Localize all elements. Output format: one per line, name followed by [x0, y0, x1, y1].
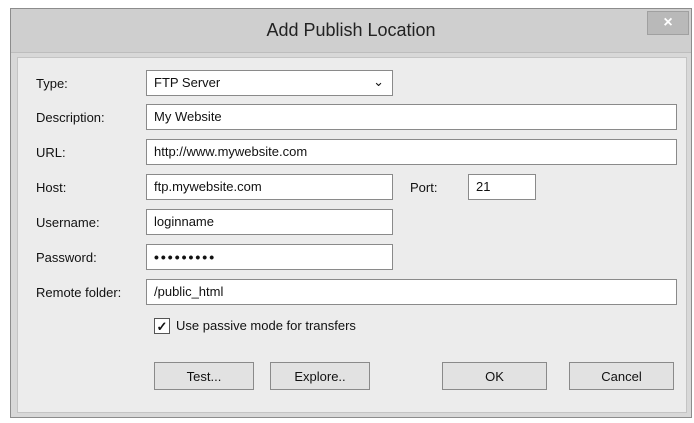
password-value: •••••••••	[154, 249, 217, 265]
host-label: Host:	[36, 180, 67, 195]
port-field[interactable]: 21	[468, 174, 536, 200]
url-label: URL:	[36, 145, 66, 160]
remote-folder-label: Remote folder:	[36, 285, 122, 300]
description-field[interactable]: My Website	[146, 104, 677, 130]
username-field[interactable]: loginname	[146, 209, 393, 235]
test-button-label: Test...	[186, 368, 222, 384]
cancel-button-label: Cancel	[601, 368, 642, 384]
host-field[interactable]: ftp.mywebsite.com	[146, 174, 393, 200]
cancel-button[interactable]: Cancel	[569, 362, 674, 390]
type-select-value: FTP Server	[154, 75, 221, 90]
explore-button[interactable]: Explore..	[270, 362, 370, 390]
add-publish-location-dialog: Add Publish Location × Type: FTP Server …	[10, 8, 692, 418]
dialog-title: Add Publish Location	[266, 20, 436, 40]
passive-mode-label[interactable]: Use passive mode for transfers	[176, 318, 356, 333]
close-icon: ×	[663, 14, 673, 31]
username-label: Username:	[36, 215, 100, 230]
ok-button-label: OK	[485, 368, 504, 384]
chevron-down-icon: ⌄	[373, 74, 384, 89]
passive-mode-checkbox[interactable]: ✓	[154, 318, 170, 334]
password-label: Password:	[36, 250, 97, 265]
explore-button-label: Explore..	[294, 368, 346, 384]
checkmark-icon: ✓	[156, 318, 168, 334]
port-label: Port:	[410, 180, 438, 195]
test-button[interactable]: Test...	[154, 362, 254, 390]
type-label: Type:	[36, 76, 68, 91]
ok-button[interactable]: OK	[442, 362, 547, 390]
remote-folder-field[interactable]: /public_html	[146, 279, 677, 305]
password-field[interactable]: •••••••••	[146, 244, 393, 270]
dialog-body: Type: FTP Server ⌄ Description: My Websi…	[17, 57, 687, 413]
type-select[interactable]: FTP Server ⌄	[146, 70, 393, 96]
url-field[interactable]: http://www.mywebsite.com	[146, 139, 677, 165]
close-button[interactable]: ×	[647, 11, 689, 35]
title-bar: Add Publish Location ×	[11, 9, 691, 53]
description-label: Description:	[36, 110, 105, 125]
